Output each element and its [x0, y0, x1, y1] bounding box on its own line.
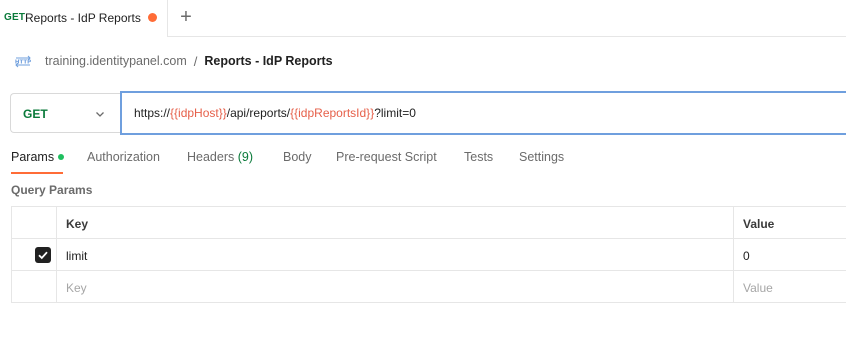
param-key-field[interactable]: limit: [57, 239, 734, 270]
new-param-key-field[interactable]: Key: [57, 271, 734, 302]
request-tab[interactable]: GET Reports - IdP Reports: [0, 0, 168, 37]
table-header-row: Key Value: [12, 207, 846, 239]
params-active-dot-icon: [58, 153, 65, 160]
new-param-value-field[interactable]: Value: [734, 271, 846, 302]
tab-authorization[interactable]: Authorization: [87, 150, 160, 164]
header-check-cell: [12, 207, 57, 238]
headers-count: (9): [237, 150, 254, 164]
unsaved-dot-icon: [148, 13, 157, 22]
url-text: https://{{idpHost}}/api/reports/{{idpRep…: [134, 106, 416, 120]
tab-settings[interactable]: Settings: [519, 150, 564, 164]
url-path: /api/reports/: [226, 106, 291, 120]
tab-headers-label: Headers: [187, 150, 235, 164]
http-icon: HTTP: [14, 53, 32, 69]
row-check-cell: [12, 239, 57, 270]
tab-body[interactable]: Body: [283, 150, 312, 164]
tab-headers[interactable]: Headers (9): [187, 150, 253, 164]
url-variable-idp-host: {{idpHost}}: [170, 106, 227, 120]
tab-tests[interactable]: Tests: [464, 150, 493, 164]
url-input[interactable]: https://{{idpHost}}/api/reports/{{idpRep…: [120, 91, 846, 135]
param-value-text: 0: [743, 249, 750, 263]
param-key-text: limit: [66, 249, 88, 263]
param-enabled-checkbox[interactable]: [35, 247, 51, 263]
query-params-title: Query Params: [11, 183, 93, 197]
new-param-key-placeholder: Key: [66, 281, 87, 295]
new-param-value-placeholder: Value: [743, 281, 773, 295]
breadcrumb-collection-link[interactable]: training.identitypanel.com: [45, 54, 187, 68]
breadcrumb-request-name[interactable]: Reports - IdP Reports: [204, 54, 332, 68]
breadcrumb: HTTP training.identitypanel.com / Report…: [14, 50, 333, 72]
method-dropdown[interactable]: GET: [10, 93, 120, 133]
tab-title: Reports - IdP Reports: [25, 11, 141, 25]
url-variable-idp-reports-id: {{idpReportsId}}: [290, 106, 375, 120]
header-value-cell: Value: [734, 207, 846, 238]
tab-pre-request-script[interactable]: Pre-request Script: [336, 150, 437, 164]
url-query: ?limit=0: [374, 106, 416, 120]
active-tab-underline: [11, 172, 63, 174]
row-check-cell-empty: [12, 271, 57, 302]
param-value-field[interactable]: 0: [734, 239, 846, 270]
table-row-empty: Key Value: [12, 271, 846, 303]
url-prefix: https://: [134, 106, 171, 120]
breadcrumb-separator: /: [193, 53, 198, 69]
tab-bar: GET Reports - IdP Reports +: [0, 0, 846, 37]
tab-method-label: GET: [4, 12, 26, 23]
column-header-key: Key: [66, 217, 89, 231]
request-tabs: Params Authorization Headers (9) Body Pr…: [0, 146, 846, 174]
new-tab-button[interactable]: +: [176, 6, 196, 28]
chevron-down-icon: [94, 107, 106, 119]
method-label: GET: [23, 107, 48, 121]
query-params-table: Key Value limit 0 Key Value: [11, 206, 846, 303]
header-key-cell: Key: [57, 207, 734, 238]
table-row: limit 0: [12, 239, 846, 271]
column-header-value: Value: [743, 217, 775, 231]
svg-text:HTTP: HTTP: [15, 60, 31, 66]
tab-params-label: Params: [11, 150, 55, 164]
tab-params[interactable]: Params: [11, 150, 65, 164]
